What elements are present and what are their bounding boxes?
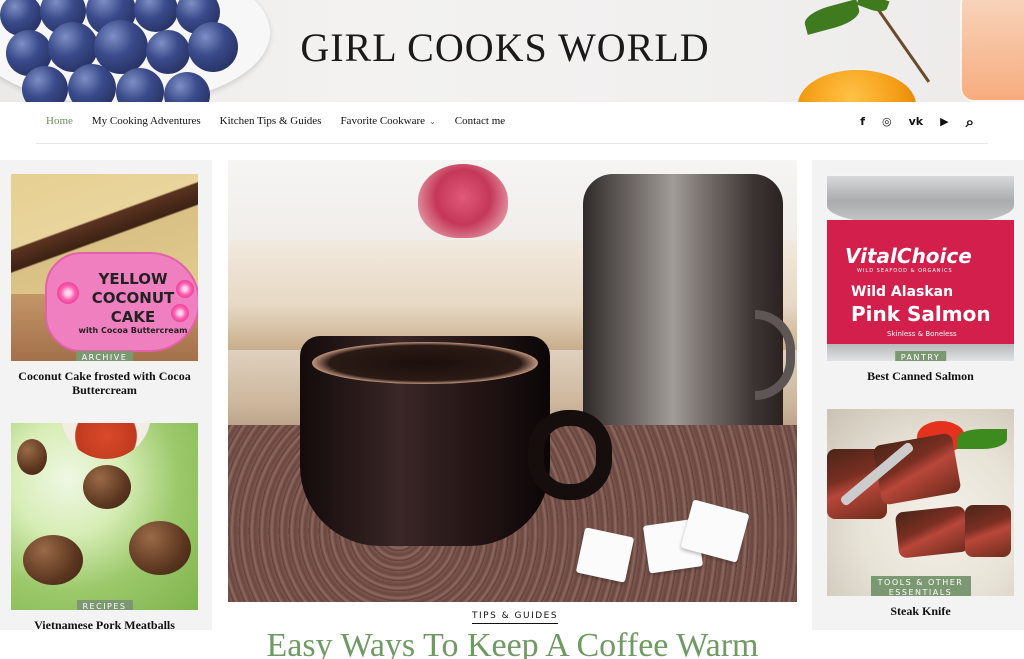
post-title[interactable]: Best Canned Salmon xyxy=(827,369,1014,383)
post-card[interactable]: YELLOW COCONUT CAKE with Cocoa Buttercre… xyxy=(11,174,198,397)
meatball xyxy=(23,535,83,585)
cup-handle xyxy=(528,410,612,500)
header-banner: GIRL COOKS WORLD xyxy=(0,0,1024,102)
left-sidebar: YELLOW COCONUT CAKE with Cocoa Buttercre… xyxy=(0,160,212,632)
post-card[interactable]: TOOLS & OTHER ESSENTIALS Steak Knife xyxy=(827,409,1014,618)
facebook-icon[interactable]: f xyxy=(860,115,865,129)
post-card[interactable]: VitalChoice WILD SEAFOOD & ORGANICS Wild… xyxy=(827,174,1014,383)
content-area: YELLOW COCONUT CAKE with Cocoa Buttercre… xyxy=(0,144,1024,659)
nav-item-label: Favorite Cookware xyxy=(340,115,426,127)
sauce-bowl-image xyxy=(61,423,151,459)
post-title[interactable]: Vietnamese Pork Meatballs xyxy=(11,618,198,632)
can-tagline-text: WILD SEAFOOD & ORGANICS xyxy=(857,268,953,274)
cake-image-subtext: with Cocoa Buttercream xyxy=(78,326,188,335)
post-title[interactable]: Steak Knife xyxy=(827,604,1014,618)
site-title[interactable]: GIRL COOKS WORLD xyxy=(0,24,1010,71)
category-badge[interactable]: RECIPES xyxy=(76,600,133,610)
nav-menu: Home My Cooking Adventures Kitchen Tips … xyxy=(46,115,524,127)
can-brand-text: VitalChoice xyxy=(845,244,972,268)
can-product-text: Pink Salmon xyxy=(851,302,991,326)
right-sidebar: VitalChoice WILD SEAFOOD & ORGANICS Wild… xyxy=(812,160,1024,630)
nav-item-kitchen-tips-guides[interactable]: Kitchen Tips & Guides xyxy=(220,115,322,127)
social-icons: f ◎ vk ▶ ⌕ xyxy=(860,115,974,130)
meatball xyxy=(129,521,191,575)
featured-post-image[interactable] xyxy=(228,160,797,602)
image-text-line: YELLOW xyxy=(98,270,168,288)
post-thumbnail[interactable]: TOOLS & OTHER ESSENTIALS xyxy=(827,409,1014,596)
herb-image xyxy=(957,429,1007,449)
vk-icon[interactable]: vk xyxy=(909,115,924,129)
nav-item-contact-me[interactable]: Contact me xyxy=(455,115,505,127)
meatball xyxy=(17,439,47,475)
can-detail-text: Skinless & Boneless xyxy=(887,330,957,338)
nav-item-favorite-cookware[interactable]: Favorite Cookware ⌄ xyxy=(340,115,435,127)
orange-image xyxy=(798,70,916,102)
featured-category[interactable]: TIPS & GUIDES xyxy=(472,611,559,624)
leaf xyxy=(856,0,890,15)
category-badge[interactable]: ARCHIVE xyxy=(75,351,134,361)
post-title[interactable]: Coconut Cake frosted with Cocoa Buttercr… xyxy=(11,369,198,397)
can-product-text: Wild Alaskan xyxy=(851,284,954,300)
coffee-surface xyxy=(312,342,538,384)
can-lid-image xyxy=(827,176,1014,226)
post-card[interactable]: RECIPES Vietnamese Pork Meatballs xyxy=(11,423,198,632)
sugar-cube xyxy=(575,527,635,583)
cake-image-text: YELLOW COCONUT CAKE xyxy=(73,270,193,327)
chevron-down-icon: ⌄ xyxy=(429,116,436,126)
main-navigation: Home My Cooking Adventures Kitchen Tips … xyxy=(0,102,1024,144)
post-thumbnail[interactable]: YELLOW COCONUT CAKE with Cocoa Buttercre… xyxy=(11,174,198,361)
meatball xyxy=(83,465,131,509)
post-thumbnail[interactable]: VitalChoice WILD SEAFOOD & ORGANICS Wild… xyxy=(827,174,1014,361)
featured-post-title[interactable]: Easy Ways To Keep A Coffee Warm xyxy=(228,626,797,659)
steak-slice xyxy=(965,505,1011,557)
steak-slice xyxy=(894,505,970,559)
rose-image xyxy=(418,164,508,238)
category-badge[interactable]: PANTRY xyxy=(894,351,947,361)
youtube-icon[interactable]: ▶ xyxy=(940,115,948,129)
search-icon[interactable]: ⌕ xyxy=(966,115,974,130)
image-text-line: CAKE xyxy=(110,308,156,326)
image-text-line: COCONUT xyxy=(91,289,175,307)
post-thumbnail[interactable]: RECIPES xyxy=(11,423,198,610)
nav-item-my-cooking-adventures[interactable]: My Cooking Adventures xyxy=(92,115,201,127)
category-badge[interactable]: TOOLS & OTHER ESSENTIALS xyxy=(870,576,971,596)
instagram-icon[interactable]: ◎ xyxy=(882,115,892,129)
nav-item-home[interactable]: Home xyxy=(46,115,73,127)
